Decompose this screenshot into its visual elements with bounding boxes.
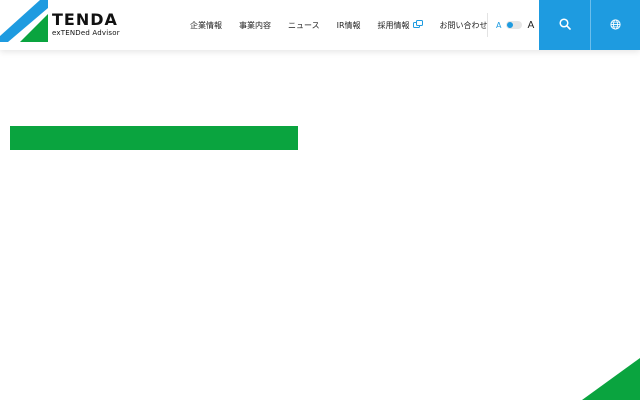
nav-item-contact[interactable]: お問い合わせ: [440, 20, 488, 31]
nav-item-label: 企業情報: [190, 20, 222, 30]
globe-icon: [610, 18, 621, 33]
main-nav: 企業情報 事業内容 ニュース IR情報 採用情報 お問い合わせ: [190, 0, 505, 50]
font-size-small-label[interactable]: A: [496, 21, 501, 30]
header-divider: [487, 13, 488, 37]
nav-item-news[interactable]: ニュース: [288, 20, 320, 31]
nav-item-label: 事業内容: [239, 20, 271, 30]
nav-item-label: IR情報: [336, 20, 361, 30]
font-size-switch-knob: [507, 22, 514, 28]
external-link-icon: [412, 20, 423, 30]
nav-item-recruit[interactable]: 採用情報: [378, 20, 423, 31]
font-size-toggle: A A: [496, 0, 534, 50]
nav-item-label: ニュース: [288, 20, 320, 30]
corner-decoration: [582, 358, 640, 400]
nav-item-label: お問い合わせ: [439, 20, 488, 30]
nav-item-label: 採用情報: [377, 20, 410, 30]
logo-name: TENDA: [52, 10, 118, 29]
site-logo[interactable]: TENDA exTENDed Advisor: [0, 0, 120, 50]
language-button[interactable]: [590, 0, 640, 50]
site-header: TENDA exTENDed Advisor 企業情報 事業内容 ニュース IR…: [0, 0, 640, 50]
nav-item-company[interactable]: 企業情報: [190, 20, 222, 31]
hero-green-bar: [10, 126, 298, 150]
font-size-switch[interactable]: [506, 21, 523, 29]
nav-item-business[interactable]: 事業内容: [239, 20, 271, 31]
logo-mark-icon: [0, 0, 48, 42]
search-icon: [558, 17, 571, 33]
font-size-large-label[interactable]: A: [527, 20, 534, 31]
search-button[interactable]: [539, 0, 590, 50]
nav-item-ir[interactable]: IR情報: [337, 20, 361, 31]
logo-tagline: exTENDed Advisor: [52, 29, 120, 37]
